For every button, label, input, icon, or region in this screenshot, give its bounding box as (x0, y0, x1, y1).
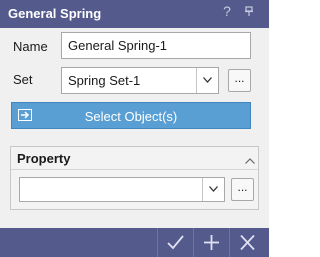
property-title: Property (17, 151, 71, 166)
set-combobox[interactable]: Spring Set-1 (61, 67, 219, 94)
title-bar: General Spring ? (0, 0, 269, 28)
help-icon[interactable]: ? (218, 3, 236, 19)
ok-button[interactable] (157, 228, 192, 257)
dialog-title: General Spring (8, 6, 102, 21)
footer-bar (0, 228, 269, 257)
set-combobox-value: Spring Set-1 (68, 73, 141, 88)
select-objects-label: Select Object(s) (84, 109, 178, 124)
property-combobox[interactable] (19, 177, 225, 202)
property-more-button[interactable]: ... (231, 178, 254, 201)
set-label: Set (13, 72, 33, 87)
chevron-up-icon[interactable] (245, 152, 255, 167)
property-header[interactable]: Property (11, 147, 258, 170)
set-more-button[interactable]: ... (228, 69, 251, 92)
plus-icon (204, 235, 219, 250)
name-label: Name (13, 39, 48, 54)
close-button[interactable] (229, 228, 269, 257)
chevron-down-icon[interactable] (196, 68, 218, 93)
close-icon (240, 235, 255, 250)
pin-icon[interactable] (240, 6, 258, 19)
general-spring-dialog: General Spring ? Name General Spring-1 S… (0, 0, 269, 257)
name-input[interactable]: General Spring-1 (61, 32, 251, 59)
check-icon (167, 235, 184, 250)
chevron-down-icon[interactable] (202, 178, 224, 201)
select-objects-button[interactable]: Select Object(s) (11, 102, 251, 129)
add-button[interactable] (193, 228, 228, 257)
property-group: Property ... (10, 146, 259, 210)
